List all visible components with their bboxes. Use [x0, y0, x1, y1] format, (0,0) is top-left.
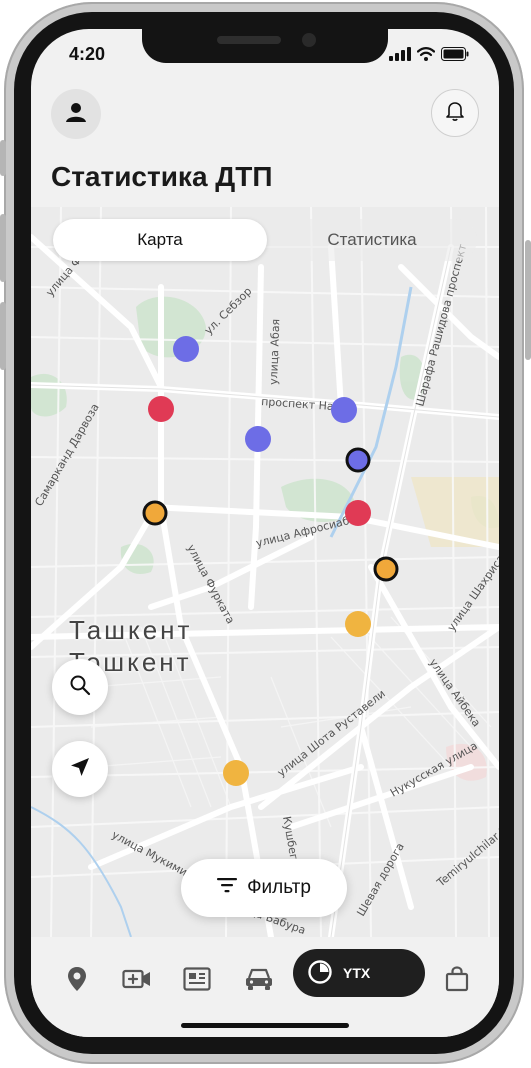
video-add-icon: [122, 968, 152, 995]
nav-item-video[interactable]: [117, 961, 157, 1001]
incident-marker[interactable]: [142, 500, 168, 526]
incident-marker[interactable]: [245, 426, 271, 452]
street-label: улица Абая: [267, 319, 282, 386]
incident-marker[interactable]: [223, 760, 249, 786]
bell-icon: [444, 100, 466, 127]
notch: [142, 29, 388, 63]
filter-button[interactable]: Фильтр: [181, 859, 347, 917]
city-label-ru: Ташкент: [69, 615, 193, 645]
status-icons: [389, 47, 469, 66]
mute-switch: [0, 140, 6, 176]
status-time: 4:20: [69, 44, 106, 64]
power-button: [525, 240, 531, 360]
volume-down-button: [0, 302, 6, 370]
location-pin-icon: [66, 966, 88, 997]
map-view[interactable]: улица Фароби ул. Себзор улица Абая просп…: [31, 207, 499, 937]
nav-item-ytx[interactable]: YTX: [293, 949, 425, 997]
navigation-arrow-icon: [69, 756, 91, 783]
avatar[interactable]: [51, 89, 101, 139]
notifications-button[interactable]: [431, 89, 479, 137]
search-button[interactable]: [52, 659, 108, 715]
view-tabs: Карта Статистика: [53, 219, 477, 261]
header: Статистика ДТП: [31, 89, 499, 207]
nav-item-map[interactable]: [57, 961, 97, 1001]
nav-item-vehicles[interactable]: [239, 961, 279, 1001]
home-indicator: [181, 1023, 349, 1028]
incident-marker[interactable]: [173, 336, 199, 362]
incident-marker[interactable]: [345, 447, 371, 473]
filter-label: Фильтр: [247, 877, 311, 898]
news-icon: [183, 966, 211, 996]
screen: улица Фароби ул. Себзор улица Абая просп…: [31, 29, 499, 1037]
battery-icon: [441, 47, 469, 66]
bag-icon: [445, 965, 469, 997]
incident-marker[interactable]: [345, 611, 371, 637]
incident-marker[interactable]: [148, 396, 174, 422]
bottom-nav: YTX: [31, 937, 499, 1037]
tab-map[interactable]: Карта: [53, 219, 267, 261]
page-title: Статистика ДТП: [51, 161, 273, 192]
volume-up-button: [0, 214, 6, 282]
incident-marker[interactable]: [345, 500, 371, 526]
incident-marker[interactable]: [373, 556, 399, 582]
pie-chart-icon: [307, 959, 333, 988]
camera: [302, 33, 316, 47]
incident-marker[interactable]: [331, 397, 357, 423]
car-icon: [244, 967, 274, 996]
nav-active-label: YTX: [343, 965, 371, 981]
filter-icon: [217, 877, 238, 899]
my-location-button[interactable]: [52, 741, 108, 797]
speaker: [217, 36, 281, 44]
nav-item-news[interactable]: [177, 961, 217, 1001]
tab-statistics[interactable]: Статистика: [267, 219, 477, 261]
signal-icon: [389, 47, 411, 66]
wifi-icon: [416, 47, 436, 66]
search-icon: [69, 674, 91, 701]
user-icon: [65, 101, 87, 128]
map-canvas: улица Фароби ул. Себзор улица Абая просп…: [31, 207, 499, 937]
nav-item-shop[interactable]: [437, 961, 477, 1001]
